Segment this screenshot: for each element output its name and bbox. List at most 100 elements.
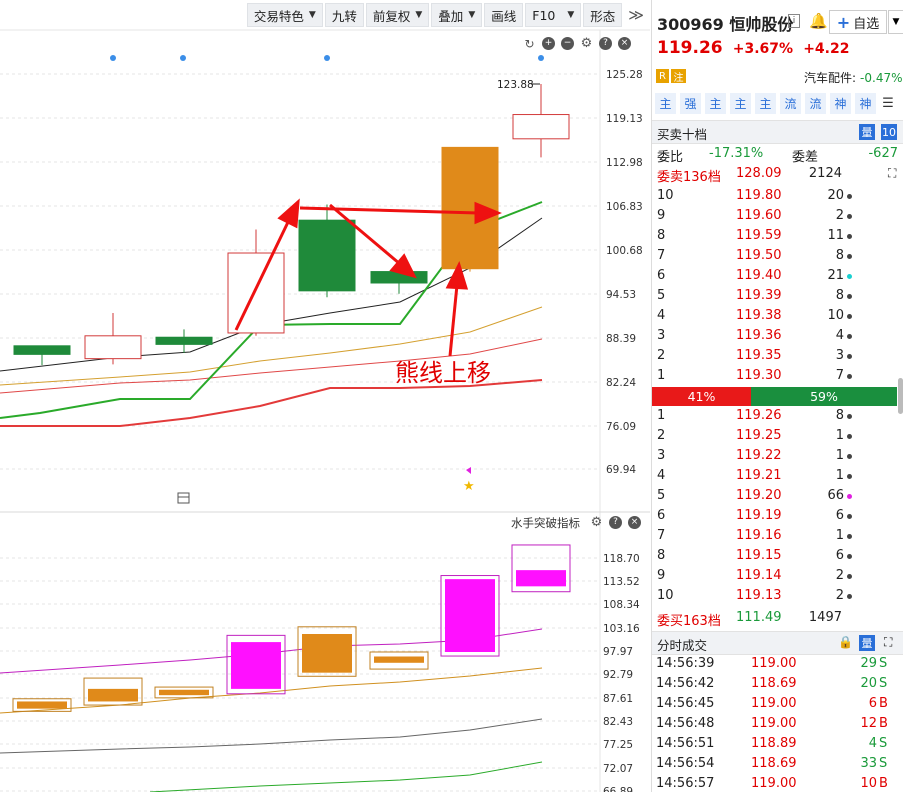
tick-price: 119.00: [751, 716, 797, 731]
level-price: 119.80: [736, 188, 782, 203]
indicator-tab[interactable]: 主: [730, 93, 751, 114]
sub-box-inner: [88, 688, 138, 702]
indicator-tab[interactable]: 神: [830, 93, 851, 114]
indicator-tabs: 主 强 主 主 主 流 流 神 神 ☰: [655, 93, 896, 114]
order-level-row[interactable]: 3 119.36 4: [652, 326, 903, 346]
lock-icon[interactable]: 🔒: [838, 635, 853, 649]
buy-sell-ratio-bar: 41% 59%: [652, 387, 897, 406]
order-level-row[interactable]: 6 119.19 6: [652, 506, 903, 526]
toolbar-btn-nine-turn[interactable]: 九转: [324, 3, 364, 27]
order-level-row[interactable]: 4 119.38 10: [652, 306, 903, 326]
refresh-icon[interactable]: ↻: [523, 37, 536, 50]
order-level-row[interactable]: 8 119.15 6: [652, 546, 903, 566]
level-dot: [847, 494, 852, 499]
candle-body[interactable]: [298, 219, 356, 292]
tick-row: 14:56:42 118.69 20 S: [652, 674, 903, 694]
candle-body[interactable]: [84, 335, 142, 360]
order-level-row[interactable]: 2 119.25 1: [652, 426, 903, 446]
level-index: 9: [657, 208, 666, 223]
order-level-row[interactable]: 1 119.30 7: [652, 366, 903, 386]
order-level-row[interactable]: 9 119.60 2: [652, 206, 903, 226]
high-price-label: 123.88: [497, 79, 534, 91]
help-icon[interactable]: ?: [599, 37, 612, 50]
level-volume: 1: [835, 468, 844, 483]
order-level-row[interactable]: 5 119.20 66: [652, 486, 903, 506]
sector-info[interactable]: 汽车配件: -0.47%: [804, 69, 903, 86]
sub-close-icon[interactable]: ×: [628, 516, 641, 529]
indicator-tab[interactable]: 流: [805, 93, 826, 114]
order-level-row[interactable]: 3 119.22 1: [652, 446, 903, 466]
sub-axis-label: 113.52: [603, 576, 640, 588]
indicator-tab[interactable]: 主: [705, 93, 726, 114]
bell-icon[interactable]: 🔔: [809, 12, 828, 30]
toolbar-btn-trade-feature[interactable]: 交易特色 ▼: [246, 3, 323, 27]
order-level-row[interactable]: 7 119.16 1: [652, 526, 903, 546]
order-book-header: 买卖十档 量 10: [652, 120, 903, 144]
ticks-fullscreen-icon[interactable]: ⛶: [884, 635, 892, 650]
tag-zhu-badge[interactable]: 注: [671, 69, 686, 84]
toolbar-btn-draw[interactable]: 画线: [484, 3, 524, 27]
tick-row: 14:56:45 119.00 6 B: [652, 694, 903, 714]
tick-price: 118.69: [751, 676, 797, 691]
order-level-row[interactable]: 10 119.80 20: [652, 186, 903, 206]
zoom-out-icon[interactable]: −: [561, 37, 574, 50]
info-icon[interactable]: i: [788, 14, 800, 28]
kline-chart-svg[interactable]: 125.28 119.13 112.98 106.83 100.68 94.53 88.39…: [0, 0, 650, 792]
level-price: 119.22: [736, 448, 782, 463]
indicator-tab[interactable]: 流: [780, 93, 801, 114]
menu-icon[interactable]: ☰: [880, 93, 896, 114]
volume-toggle[interactable]: 量: [859, 124, 875, 140]
chevron-down-icon[interactable]: ▼: [888, 10, 903, 34]
level-volume: 11: [827, 228, 844, 243]
indicator-tab[interactable]: 神: [855, 93, 876, 114]
order-level-row[interactable]: 8 119.59 11: [652, 226, 903, 246]
toolbar-btn-adjust[interactable]: 前复权 ▼: [365, 3, 430, 27]
tag-r-badge[interactable]: R: [656, 69, 669, 83]
tick-price: 119.00: [751, 696, 797, 711]
toolbar-btn-overlay[interactable]: 叠加 ▼: [431, 3, 483, 27]
order-level-row[interactable]: 9 119.14 2: [652, 566, 903, 586]
sub-chart-controls: ⚙ ? ×: [590, 516, 641, 529]
indicator-tab[interactable]: 强: [680, 93, 701, 114]
level-price: 119.50: [736, 248, 782, 263]
order-level-row[interactable]: 4 119.21 1: [652, 466, 903, 486]
ticks-volume-toggle[interactable]: 量: [859, 635, 875, 651]
level-volume: 1: [835, 528, 844, 543]
price-axis-label: 88.39: [606, 333, 636, 345]
fullscreen-icon[interactable]: ⛶: [888, 166, 896, 181]
order-level-row[interactable]: 7 119.50 8: [652, 246, 903, 266]
indicator-tab[interactable]: 主: [655, 93, 676, 114]
level-dot: [847, 554, 852, 559]
settings-icon[interactable]: ⚙: [580, 37, 593, 50]
expand-icon[interactable]: ≫: [628, 6, 644, 24]
level-dot: [847, 454, 852, 459]
sub-help-icon[interactable]: ?: [609, 516, 622, 529]
tick-time: 14:56:45: [656, 696, 715, 711]
kline-chart-area[interactable]: 125.28 119.13 112.98 106.83 100.68 94.53 88.39…: [0, 0, 650, 792]
price-axis-label: 125.28: [606, 69, 643, 81]
order-level-row[interactable]: 1 119.26 8: [652, 406, 903, 426]
price-axis: 125.28 119.13 112.98 106.83 100.68 94.53 88.39…: [606, 69, 643, 476]
order-level-row[interactable]: 10 119.13 2: [652, 586, 903, 606]
candle-body[interactable]: [512, 114, 570, 140]
order-level-row[interactable]: 5 119.39 8: [652, 286, 903, 306]
tick-price: 118.69: [751, 756, 797, 771]
add-watchlist-button[interactable]: + 自选: [829, 10, 887, 34]
candle-body[interactable]: [13, 345, 71, 355]
order-level-row[interactable]: 6 119.40 21: [652, 266, 903, 286]
sub-indicator-title[interactable]: 水手突破指标: [511, 515, 580, 531]
candle-body[interactable]: [227, 252, 285, 334]
order-level-row[interactable]: 2 119.35 3: [652, 346, 903, 366]
sub-settings-icon[interactable]: ⚙: [590, 516, 603, 529]
candle-body[interactable]: [155, 336, 213, 345]
star-icon[interactable]: ★: [463, 479, 475, 494]
toolbar-btn-pattern[interactable]: 形态: [583, 3, 623, 27]
toolbar-btn-f10[interactable]: F10 ▼: [525, 3, 582, 27]
close-icon[interactable]: ×: [618, 37, 631, 50]
price-axis-label: 106.83: [606, 201, 643, 213]
level-volume: 2: [835, 588, 844, 603]
zoom-in-icon[interactable]: +: [542, 37, 555, 50]
depth-toggle[interactable]: 10: [881, 124, 897, 140]
level-price: 119.38: [736, 308, 782, 323]
indicator-tab[interactable]: 主: [755, 93, 776, 114]
